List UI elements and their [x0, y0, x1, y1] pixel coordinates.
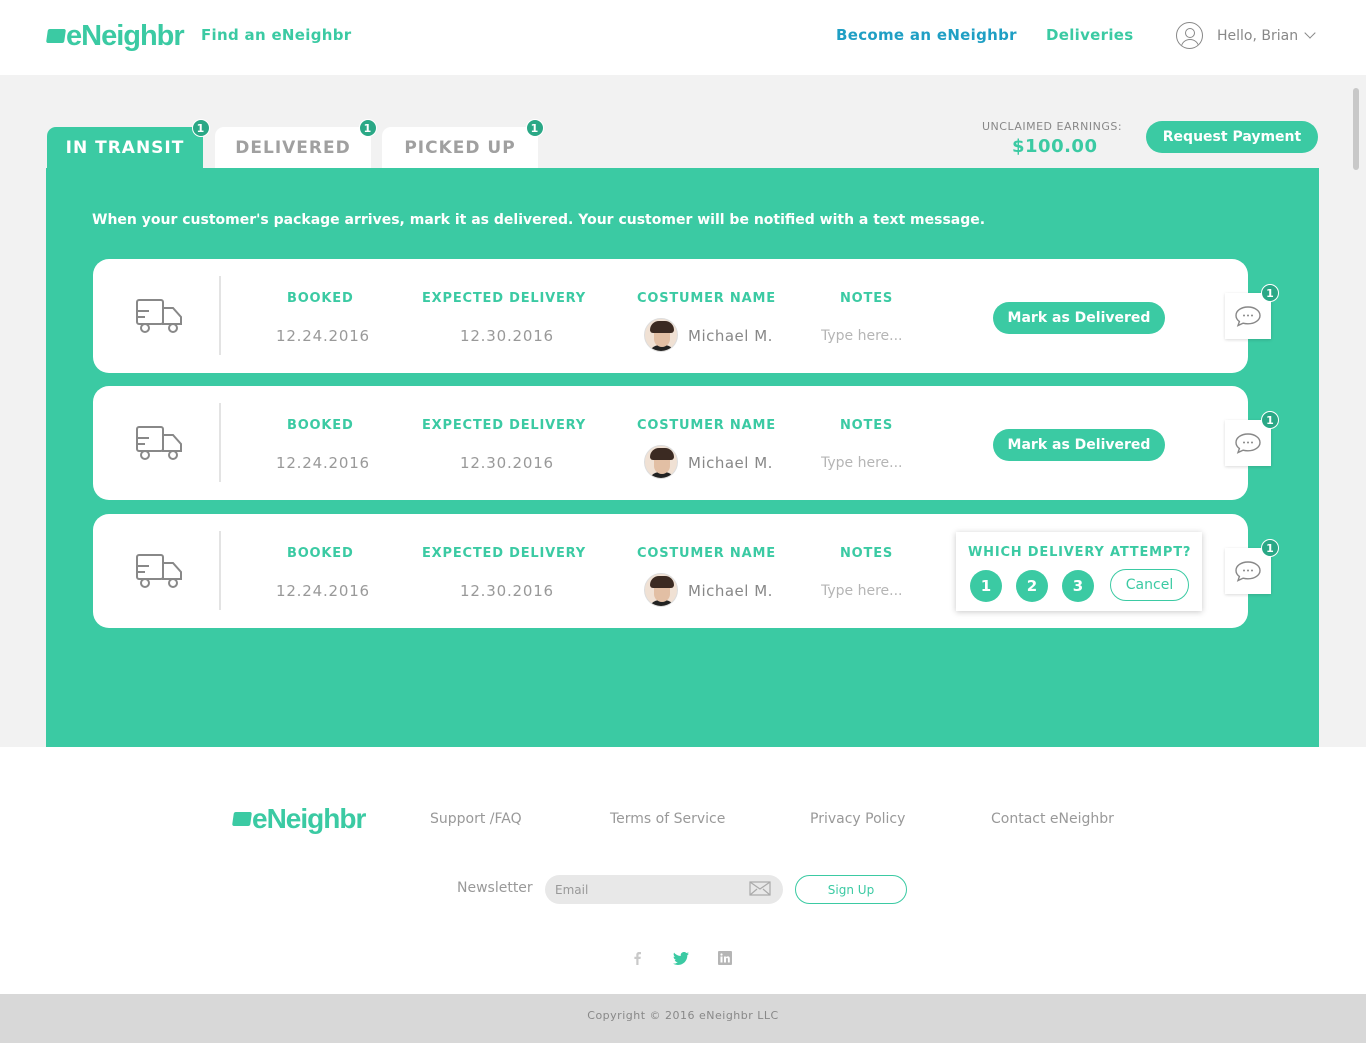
deliveries-panel: When your customer's package arrives, ma…	[46, 168, 1319, 747]
footer-logo[interactable]: eNeighbr	[232, 802, 366, 836]
chat-button[interactable]: 1	[1225, 284, 1279, 339]
mark-as-delivered-button[interactable]: Mark as Delivered	[993, 302, 1165, 334]
envelope-icon	[749, 881, 771, 896]
nav-find-eneighbr[interactable]: Find an eNeighbr	[201, 26, 351, 44]
contact-link[interactable]: Contact eNeighbr	[991, 811, 1114, 827]
tab-picked-up[interactable]: PICKED UP 1	[382, 119, 544, 168]
copyright-text: Copyright © 2016 eNeighbr LLC	[587, 1009, 779, 1022]
footer: eNeighbr Support /FAQ Terms of Service P…	[0, 747, 1366, 994]
booked-date: 12.24.2016	[276, 327, 370, 345]
tab-count-badge: 1	[192, 119, 210, 137]
customer-name-header: COSTUMER NAME	[637, 291, 776, 306]
request-payment-button[interactable]: Request Payment	[1146, 121, 1318, 153]
tab-in-transit[interactable]: IN TRANSIT 1	[47, 119, 210, 168]
customer-avatar	[644, 573, 678, 607]
chat-count-badge: 1	[1261, 411, 1279, 429]
privacy-policy-link[interactable]: Privacy Policy	[810, 811, 905, 827]
header-logo[interactable]: eNeighbr	[46, 18, 185, 54]
attempt-3-button[interactable]: 3	[1062, 570, 1094, 602]
delivery-attempt-popup: WHICH DELIVERY ATTEMPT? 1 2 3 Cancel	[956, 532, 1202, 611]
top-header: eNeighbr Find an eNeighbr Become an eNei…	[0, 0, 1366, 75]
attempt-2-button[interactable]: 2	[1016, 570, 1048, 602]
expected-delivery-header: EXPECTED DELIVERY	[422, 546, 586, 561]
expected-delivery-date: 12.30.2016	[460, 327, 554, 345]
booked-date: 12.24.2016	[276, 454, 370, 472]
notes-header: NOTES	[840, 418, 894, 433]
logo-text: eNeighbr	[66, 19, 185, 52]
facebook-icon[interactable]	[629, 950, 645, 966]
notes-input[interactable]	[821, 580, 931, 602]
customer-name: Michael M.	[688, 454, 773, 472]
booked-header: BOOKED	[287, 291, 354, 306]
expected-delivery-header: EXPECTED DELIVERY	[422, 291, 586, 306]
expected-delivery-date: 12.30.2016	[460, 454, 554, 472]
tab-label: PICKED UP	[404, 137, 516, 158]
truck-icon	[136, 299, 182, 333]
twitter-icon[interactable]	[673, 950, 689, 966]
delivery-attempt-title: WHICH DELIVERY ATTEMPT?	[968, 545, 1192, 560]
booked-date: 12.24.2016	[276, 582, 370, 600]
customer-avatar	[644, 445, 678, 479]
card-divider	[219, 531, 221, 610]
chat-bubble-icon	[1235, 306, 1261, 327]
booked-header: BOOKED	[287, 418, 354, 433]
linkedin-icon[interactable]	[717, 950, 733, 966]
customer-name-header: COSTUMER NAME	[637, 546, 776, 561]
support-faq-link[interactable]: Support /FAQ	[430, 811, 522, 827]
tab-label: IN TRANSIT	[65, 137, 185, 158]
tab-count-badge: 1	[359, 119, 377, 137]
notes-input[interactable]	[821, 452, 931, 474]
card-divider	[219, 403, 221, 482]
booked-header: BOOKED	[287, 546, 354, 561]
expected-delivery-header: EXPECTED DELIVERY	[422, 418, 586, 433]
delivery-card: BOOKED 12.24.2016 EXPECTED DELIVERY 12.3…	[93, 259, 1248, 373]
chat-bubble-icon	[1235, 561, 1261, 582]
cancel-attempt-button[interactable]: Cancel	[1110, 569, 1189, 601]
user-greeting: Hello, Brian	[1217, 27, 1299, 44]
notes-input[interactable]	[821, 325, 931, 347]
panel-instructions: When your customer's package arrives, ma…	[92, 212, 986, 228]
tab-label: DELIVERED	[235, 137, 351, 158]
logo-text: eNeighbr	[252, 803, 366, 834]
chat-button[interactable]: 1	[1225, 411, 1279, 466]
attempt-1-button[interactable]: 1	[970, 570, 1002, 602]
chat-bubble-icon	[1235, 433, 1261, 454]
nav-become-eneighbr[interactable]: Become an eNeighbr	[836, 26, 1017, 44]
customer-name: Michael M.	[688, 582, 773, 600]
customer-avatar	[644, 318, 678, 352]
unclaimed-earnings-label: UNCLAIMED EARNINGS:	[982, 120, 1123, 133]
notes-header: NOTES	[840, 546, 894, 561]
box-logo-icon	[232, 812, 252, 826]
unclaimed-earnings-value: $100.00	[1012, 136, 1098, 157]
box-logo-icon	[46, 29, 66, 43]
card-divider	[219, 276, 221, 355]
mark-as-delivered-button[interactable]: Mark as Delivered	[993, 429, 1165, 461]
page-scrollbar[interactable]	[1353, 88, 1359, 170]
notes-header: NOTES	[840, 291, 894, 306]
truck-icon	[136, 426, 182, 460]
customer-name: Michael M.	[688, 327, 773, 345]
chat-button[interactable]: 1	[1225, 539, 1279, 594]
tab-delivered[interactable]: DELIVERED 1	[215, 119, 377, 168]
delivery-card: BOOKED 12.24.2016 EXPECTED DELIVERY 12.3…	[93, 386, 1248, 500]
chevron-down-icon	[1304, 27, 1316, 39]
nav-deliveries[interactable]: Deliveries	[1046, 26, 1134, 44]
user-menu[interactable]: Hello, Brian	[1176, 22, 1316, 49]
chat-count-badge: 1	[1261, 284, 1279, 302]
copyright-bar: Copyright © 2016 eNeighbr LLC	[0, 994, 1366, 1043]
newsletter-label: Newsletter	[457, 880, 533, 896]
newsletter-signup-button[interactable]: Sign Up	[795, 875, 907, 904]
customer-name-header: COSTUMER NAME	[637, 418, 776, 433]
newsletter-email-input[interactable]	[545, 875, 783, 904]
expected-delivery-date: 12.30.2016	[460, 582, 554, 600]
truck-icon	[136, 554, 182, 588]
user-avatar-icon	[1176, 22, 1203, 49]
tab-count-badge: 1	[526, 119, 544, 137]
chat-count-badge: 1	[1261, 539, 1279, 557]
terms-of-service-link[interactable]: Terms of Service	[610, 811, 725, 827]
delivery-card: BOOKED 12.24.2016 EXPECTED DELIVERY 12.3…	[93, 514, 1248, 628]
